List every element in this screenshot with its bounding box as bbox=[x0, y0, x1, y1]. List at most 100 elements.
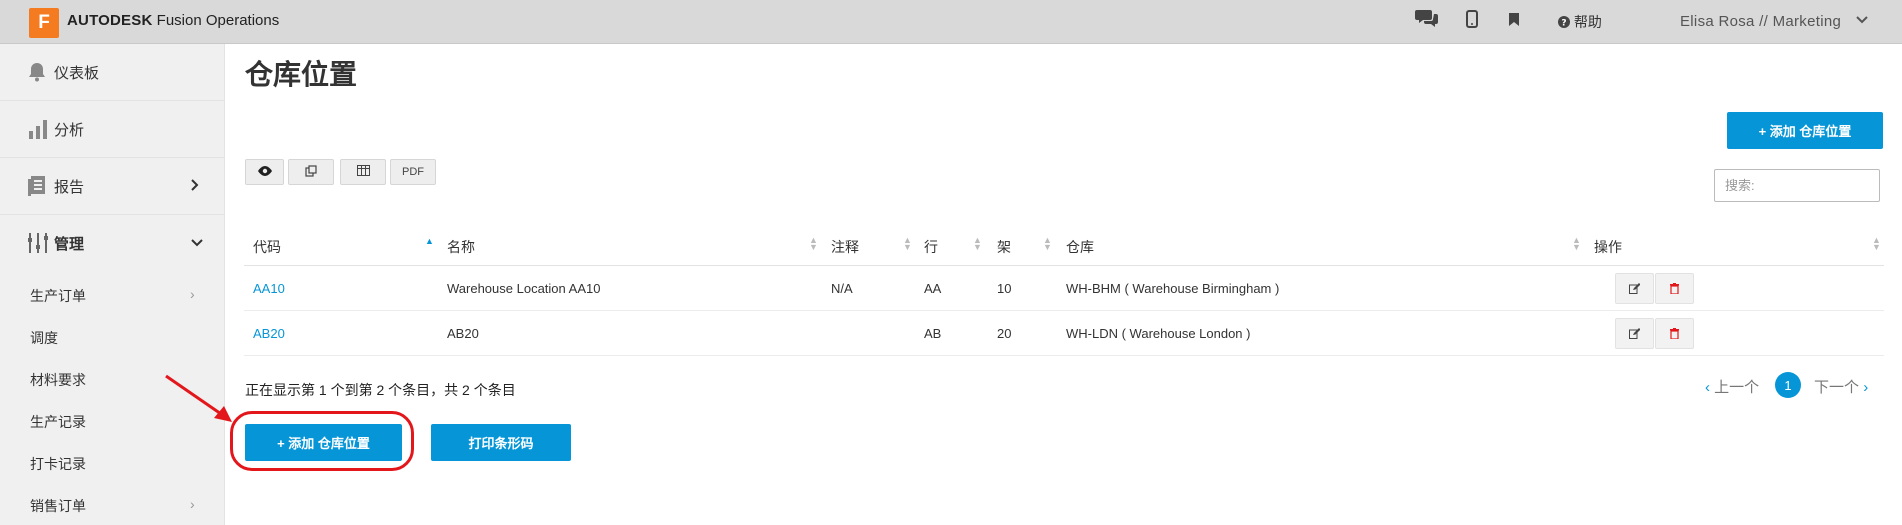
table-cell-note: N/A bbox=[831, 281, 853, 296]
bell-icon bbox=[28, 62, 46, 85]
table-row-code-link[interactable]: AA10 bbox=[253, 281, 285, 296]
chevron-right-icon: › bbox=[190, 496, 195, 512]
sidebar-label-reports: 报告 bbox=[54, 178, 85, 196]
help-icon: ? bbox=[1558, 14, 1574, 30]
sidebar-item-reports[interactable]: 报告 bbox=[0, 158, 224, 215]
column-header-warehouse[interactable]: 仓库 bbox=[1066, 237, 1094, 257]
user-menu[interactable]: Elisa Rosa // Marketing bbox=[1680, 13, 1841, 30]
pagination-next[interactable]: 下一个 › bbox=[1814, 376, 1868, 397]
column-header-note[interactable]: 注释 bbox=[831, 237, 859, 257]
chevron-right-icon bbox=[190, 178, 200, 195]
copy-icon bbox=[305, 164, 317, 180]
annotation-arrow bbox=[165, 374, 232, 422]
sidebar-label-dashboard: 仪表板 bbox=[54, 64, 100, 82]
highlight-circle bbox=[230, 411, 414, 471]
table-cell-name: AB20 bbox=[447, 326, 479, 341]
logo-letter: F bbox=[38, 12, 50, 33]
help-label: 帮助 bbox=[1573, 14, 1602, 30]
brand-rest: Fusion Operations bbox=[156, 12, 280, 29]
page-title: 仓库位置 bbox=[245, 59, 358, 90]
sidebar-subitem-production-orders[interactable]: 生产订单 bbox=[30, 286, 86, 306]
table-cell-row: AB bbox=[924, 326, 942, 341]
sort-icon: ▲ ▼ bbox=[903, 235, 912, 252]
print-barcode-button[interactable]: 打印条形码 bbox=[431, 424, 571, 461]
column-header-row[interactable]: 行 bbox=[924, 237, 938, 257]
table-cell-warehouse: WH-BHM ( Warehouse Birmingham ) bbox=[1066, 281, 1280, 296]
pagination-page-1[interactable]: 1 bbox=[1775, 372, 1801, 398]
edit-icon bbox=[1629, 326, 1641, 342]
user-label: Elisa Rosa // Marketing bbox=[1680, 13, 1842, 30]
help-link[interactable]: ? 帮助 bbox=[1558, 12, 1602, 32]
excel-button[interactable] bbox=[340, 159, 386, 185]
chevron-left-icon: ‹ bbox=[1705, 379, 1710, 396]
sort-icon: ▲ ▼ bbox=[809, 235, 818, 252]
sidebar: 仪表板 分析 报告 管理 生产订单 › 调度 材料要求 生产记录 打卡记录 销售… bbox=[0, 44, 225, 525]
manage-icon bbox=[28, 233, 48, 256]
add-location-button-top[interactable]: + 添加 仓库位置 bbox=[1727, 112, 1883, 149]
sidebar-subitem-scheduling[interactable]: 调度 bbox=[30, 328, 58, 348]
bar-chart-icon bbox=[28, 119, 48, 142]
delete-button[interactable] bbox=[1655, 273, 1694, 304]
sidebar-subitem-production-records[interactable]: 生产记录 bbox=[30, 412, 86, 432]
sidebar-item-analytics[interactable]: 分析 bbox=[0, 101, 224, 158]
sort-icon: ▲ ▼ bbox=[973, 235, 982, 252]
table-cell-rack: 10 bbox=[997, 281, 1012, 296]
sidebar-label-manage: 管理 bbox=[54, 235, 85, 253]
table-cell-warehouse: WH-LDN ( Warehouse London ) bbox=[1066, 326, 1251, 341]
table-info-text: 正在显示第 1 个到第 2 个条目，共 2 个条目 bbox=[245, 382, 516, 398]
table-row-code-link[interactable]: AB20 bbox=[253, 326, 285, 341]
mobile-icon[interactable] bbox=[1466, 10, 1478, 33]
eye-icon bbox=[257, 165, 272, 179]
table-cell-row: AA bbox=[924, 281, 942, 296]
sort-asc-icon: ▲ bbox=[425, 236, 434, 246]
delete-button[interactable] bbox=[1655, 318, 1694, 349]
app-logo[interactable]: F bbox=[29, 8, 59, 38]
chevron-right-icon: › bbox=[190, 286, 195, 302]
page-number: 1 bbox=[1784, 377, 1792, 393]
brand-name: AUTODESK Fusion Operations bbox=[67, 12, 279, 29]
row-divider bbox=[244, 310, 1884, 311]
search-input[interactable] bbox=[1714, 169, 1880, 202]
column-header-actions[interactable]: 操作 bbox=[1594, 237, 1622, 257]
edit-button[interactable] bbox=[1615, 273, 1654, 304]
sidebar-subitem-clock-records[interactable]: 打卡记录 bbox=[30, 454, 86, 474]
sidebar-label-analytics: 分析 bbox=[54, 121, 85, 139]
sidebar-item-manage[interactable]: 管理 bbox=[0, 215, 224, 271]
print-barcode-label: 打印条形码 bbox=[468, 436, 534, 451]
trash-icon bbox=[1670, 281, 1679, 297]
edit-icon bbox=[1629, 281, 1641, 297]
table-cell-name: Warehouse Location AA10 bbox=[447, 281, 601, 296]
column-header-code[interactable]: 代码 bbox=[253, 237, 281, 257]
sort-icon: ▲ ▼ bbox=[1872, 235, 1881, 252]
sort-icon: ▲ ▼ bbox=[1572, 235, 1581, 252]
chevron-right-icon: › bbox=[1863, 379, 1869, 396]
report-icon bbox=[28, 176, 46, 199]
trash-icon bbox=[1670, 326, 1679, 342]
row-divider bbox=[244, 355, 1884, 356]
chat-icon[interactable] bbox=[1415, 8, 1439, 33]
bookmark-icon[interactable] bbox=[1509, 13, 1519, 31]
prev-label: 上一个 bbox=[1714, 379, 1760, 396]
pdf-label: PDF bbox=[402, 166, 424, 178]
pagination-prev[interactable]: ‹ 上一个 bbox=[1705, 376, 1759, 397]
edit-button[interactable] bbox=[1615, 318, 1654, 349]
sidebar-subitem-material-requirements[interactable]: 材料要求 bbox=[30, 370, 86, 390]
sidebar-item-dashboard[interactable]: 仪表板 bbox=[0, 44, 224, 101]
next-label: 下一个 bbox=[1814, 379, 1860, 396]
header-divider bbox=[244, 265, 1884, 266]
sidebar-subitem-sales-orders[interactable]: 销售订单 bbox=[30, 496, 86, 516]
copy-button[interactable] bbox=[288, 159, 334, 185]
brand-bold: AUTODESK bbox=[67, 12, 153, 29]
add-location-button-top-label: + 添加 仓库位置 bbox=[1758, 124, 1852, 139]
top-bar: F AUTODESK Fusion Operations ? 帮助 Elisa … bbox=[0, 0, 1902, 44]
chevron-down-icon[interactable] bbox=[1855, 10, 1869, 33]
svg-text:?: ? bbox=[1561, 19, 1566, 29]
column-header-name[interactable]: 名称 bbox=[447, 237, 475, 257]
pdf-button[interactable]: PDF bbox=[390, 159, 436, 185]
view-columns-button[interactable] bbox=[245, 159, 284, 185]
table-cell-rack: 20 bbox=[997, 326, 1012, 341]
column-header-rack[interactable]: 架 bbox=[997, 237, 1011, 257]
chevron-down-icon bbox=[190, 235, 204, 251]
sort-icon: ▲ ▼ bbox=[1043, 235, 1052, 252]
table-icon bbox=[356, 165, 370, 179]
